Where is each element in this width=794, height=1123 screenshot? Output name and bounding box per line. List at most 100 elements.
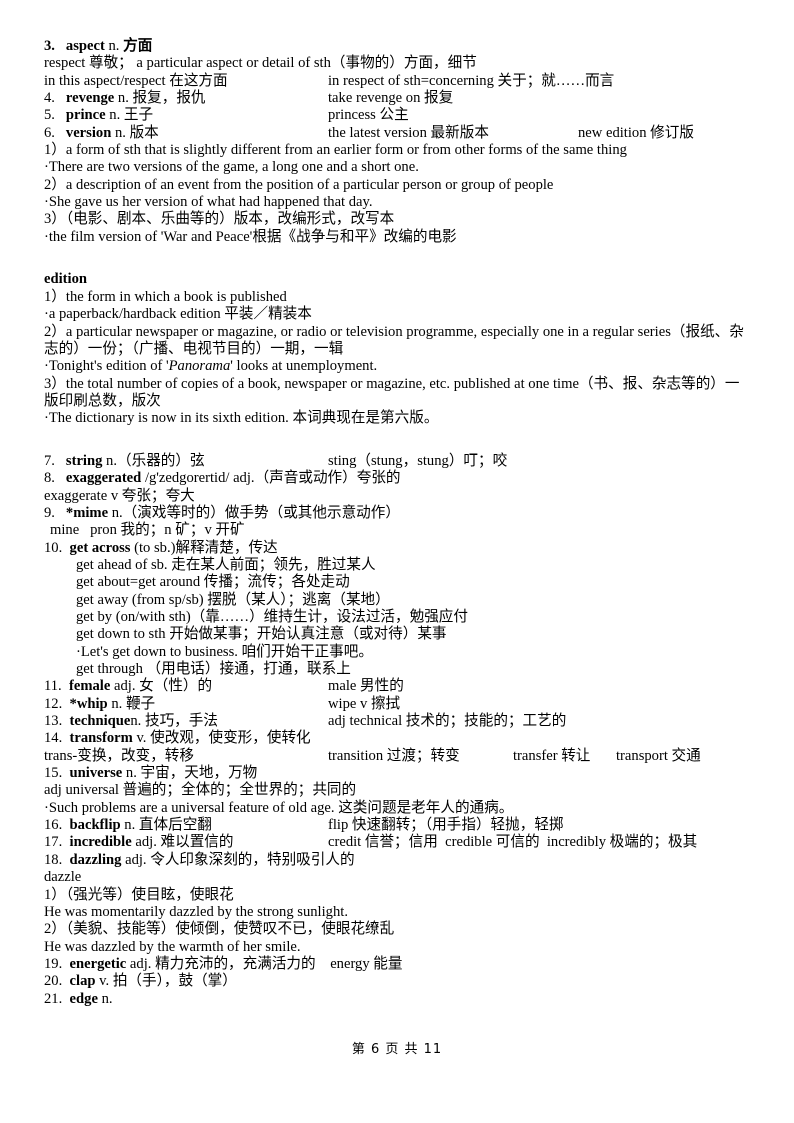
entry-exaggerated: 8. exaggerated /g'zedgorertid/ adj.（声音或动… [44, 470, 754, 487]
entry-heading-aspect: 3. aspect n. 方面 [44, 38, 754, 55]
col-left: 7. string n.（乐器的）弦 [44, 453, 328, 470]
entry-subline: adj universal 普遍的；全体的；全世界的；共同的 [44, 782, 357, 799]
sub-col-1: trans-变换，改变，转移 [44, 747, 194, 764]
document-body: 3. aspect n. 方面 respect 尊敬； a particular… [44, 38, 754, 1008]
sense-line: 2）a description of an event from the pos… [44, 176, 554, 193]
entry-number: 5. [44, 107, 55, 124]
example-suffix: ' looks at unemployment. [230, 358, 378, 375]
phrase-line: get about=get around 传播；流传；各处走动 [76, 574, 350, 591]
entry-headword: exaggerated [65, 470, 142, 487]
sense-line: 2）a particular newspaper or magazine, or… [44, 323, 744, 357]
entry-pos: n. [124, 817, 136, 834]
entry-headword: transform [69, 730, 133, 747]
entry-headword: get across [69, 539, 131, 556]
entry-number: 13. [44, 713, 63, 730]
col-right: sting（stung，stung）叮；咬 [328, 452, 508, 469]
entry-number: 7. [44, 452, 55, 469]
entry-transform: 14. transform v. 使改观，使变形，使转化 [44, 730, 754, 747]
entry-pos: n. [111, 504, 123, 521]
col-right: male 男性的 [328, 678, 404, 695]
entry-headword: backflip [69, 817, 121, 834]
entry-universe: 15. universe n. 宇宙，天地，万物 [44, 765, 754, 782]
entry-pos: adj. [125, 851, 147, 868]
sense-line: 2）（美貌、技能等）使倾倒，使赞叹不已，使眼花缭乱 [44, 921, 395, 938]
entry-energetic: 19. energetic adj. 精力充沛的，充满活力的 energy 能量 [44, 956, 754, 973]
sub-col-3: transfer 转让 [513, 747, 591, 764]
col-right: flip 快速翻转；（用手指）轻抛，轻掷 [328, 817, 564, 834]
entry-subline: mine pron 我的；n 矿；v 开矿 [50, 522, 245, 539]
entry-backflip: 16. backflip n. 直体后空翻 flip 快速翻转；（用手指）轻抛，轻… [44, 817, 754, 834]
entry-pos: adj. [113, 678, 136, 695]
entry-number: 20. [44, 973, 63, 990]
entry-headword: *mime [65, 504, 109, 521]
entry-headword: technique [69, 713, 131, 730]
entry-number: 11. [44, 678, 62, 695]
entry-technique: 13. techniquen. 技巧，手法 adj technical 技术的；技… [44, 713, 754, 730]
entry-headword: string [65, 452, 103, 469]
entry-get-across: 10. get across (to sb.)解释清楚，传达 [44, 540, 754, 557]
phrase-line: get ahead of sb. 走在某人前面；领先，胜过某人 [76, 556, 376, 573]
phrase-line: get away (from sp/sb) 摆脱（某人）；逃离（某地） [76, 591, 390, 608]
page-footer: 第 6 页 共 11 [351, 1042, 443, 1057]
entry-number: 19. [44, 955, 63, 972]
entry-gloss: （乐器的）弦 [117, 452, 205, 469]
entry-gloss: 版本 [129, 124, 159, 141]
sense-line: 3）the total number of copies of a book, … [44, 375, 740, 409]
entry-string: 7. string n.（乐器的）弦 sting（stung，stung）叮；咬 [44, 453, 754, 470]
entry-pos: n. [114, 124, 126, 141]
entry-pos: adj. [233, 470, 255, 487]
entry-headword: universe [69, 765, 123, 782]
entry-number: 14. [44, 730, 63, 747]
entry-subline-transform: trans-变换，改变，转移 transition 过渡；转变 transfer 转… [44, 748, 754, 765]
example-line: He was dazzled by the warmth of her smil… [44, 938, 301, 955]
col-right: energy 能量 [330, 955, 403, 972]
entry-gloss: 技巧，手法 [144, 713, 218, 730]
example-italic-title: Panorama [168, 358, 231, 375]
entry-pos: n. [111, 695, 123, 712]
col-left: 12. *whip n. 鞭子 [44, 696, 328, 713]
entry-gloss: （演戏等时的）做手势（或其他示意动作） [122, 504, 400, 521]
entry-gloss: 拍（手），鼓（掌） [112, 973, 237, 990]
col-left: 16. backflip n. 直体后空翻 [44, 817, 328, 834]
col-right: princess 公主 [328, 107, 409, 124]
phrase-line: get through （用电话）接通，打通，联系上 [76, 661, 351, 678]
entry-headword: edge [69, 990, 98, 1007]
example-line: ·The dictionary is now in its sixth edit… [44, 410, 439, 427]
entry-version: 6. version n. 版本 the latest version 最新版本 n… [44, 125, 754, 142]
entry-line-aspect-cols: in this aspect/respect 在这方面 in respect of… [44, 73, 754, 90]
col-left: 17. incredible adj. 难以置信的 [44, 834, 328, 851]
entry-prince: 5. prince n. 王子 princess 公主 [44, 107, 754, 124]
entry-gloss: 令人印象深刻的，特别吸引人的 [150, 851, 355, 868]
entry-pos: n. [125, 765, 137, 782]
col-left: 13. techniquen. 技巧，手法 [44, 713, 328, 730]
sub-col-2: transition 过渡；转变 [328, 747, 460, 764]
entry-headword: dazzling [69, 851, 122, 868]
example-line: ·a paperback/hardback edition 平装／精装本 [44, 306, 312, 323]
phrase-example-line: ·Let's get down to business. 咱们开始干正事吧。 [76, 643, 373, 660]
entry-pos: n. [109, 107, 121, 124]
col-middle: the latest version 最新版本 [328, 124, 489, 141]
example-line: ·the film version of 'War and Peace'根据《战… [44, 228, 457, 245]
sense-line: 3）（电影、剧本、乐曲等的）版本，改编形式，改写本 [44, 211, 395, 228]
col-left: 6. version n. 版本 [44, 125, 328, 142]
sub-col-4: transport 交通 [616, 747, 701, 764]
col-left: 5. prince n. 王子 [44, 107, 328, 124]
entry-gloss: 女（性）的 [139, 678, 213, 695]
entry-dazzling: 18. dazzling adj. 令人印象深刻的，特别吸引人的 [44, 852, 754, 869]
col-right: new edition 修订版 [578, 124, 694, 141]
col-right: credit 信誉；信用 credible 可信的 incredibly 极端的… [328, 834, 698, 851]
entry-headword: energetic [69, 955, 127, 972]
entry-headword-edition: edition [44, 271, 87, 288]
entry-pos: v. [136, 730, 147, 747]
entry-gloss: 王子 [123, 107, 154, 124]
col-right: wipe v 擦拭 [328, 695, 401, 712]
entry-gloss: 宇宙，天地，万物 [140, 765, 258, 782]
entry-number: 8. [44, 470, 55, 487]
phrase-line: get down to sth 开始做某事；开始认真注意（或对待）某事 [76, 626, 447, 643]
col-left: in this aspect/respect 在这方面 [44, 72, 228, 89]
entry-number: 4. [44, 90, 55, 107]
entry-gloss: 直体后空翻 [138, 817, 212, 834]
